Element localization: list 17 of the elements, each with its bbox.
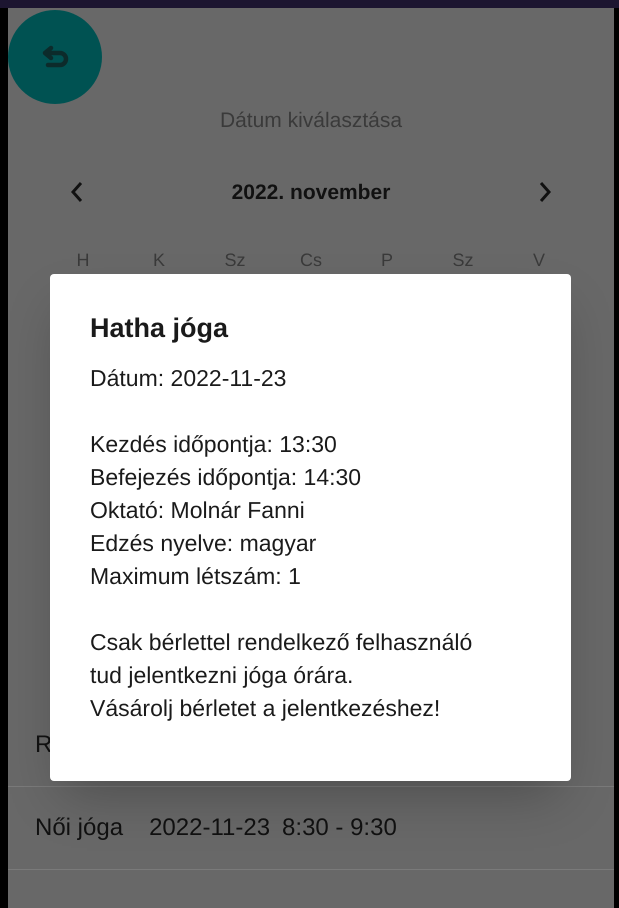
class-time: 8:30 - 9:30	[282, 813, 397, 843]
dialog-date: Dátum: 2022-11-23	[90, 364, 288, 393]
class-date: 2022-11-23	[149, 813, 270, 843]
detail-line: Edzés nyelve: magyar	[90, 529, 318, 558]
class-name: Női jóga	[35, 813, 124, 843]
dialog-message: Csak bérlettel rendelkező felhasználó tud jelentkezni jóga órára.	[90, 628, 474, 690]
detail-line: Maximum létszám: 1	[90, 562, 302, 591]
detail-line: Kezdés időpontja: 13:30	[90, 430, 338, 459]
dialog-title: Hatha jóga	[90, 312, 230, 345]
dialog-message: Vásárolj bérletet a jelentkezéshez!	[90, 694, 442, 723]
month-title: 2022. november	[232, 180, 390, 206]
detail-line: Befejezés időpontja: 14:30	[90, 463, 362, 492]
chevron-right-icon[interactable]	[538, 181, 552, 204]
undo-icon	[40, 45, 70, 69]
detail-line: Oktató: Molnár Fanni	[90, 496, 306, 525]
chevron-left-icon[interactable]	[70, 181, 84, 204]
class-name: R	[35, 730, 52, 760]
